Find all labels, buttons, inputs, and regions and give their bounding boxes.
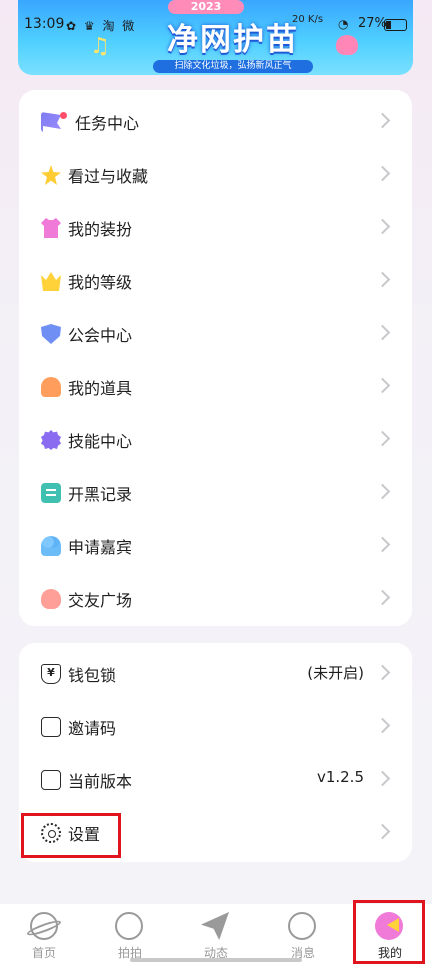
menu-item-label: 技能中心: [68, 432, 133, 451]
menu-item-version[interactable]: 当前版本 v1.2.5: [19, 754, 412, 807]
menu-item-label: 开黑记录: [68, 485, 133, 504]
shield-icon: [41, 324, 61, 344]
notification-dot: [60, 112, 67, 119]
nav-label: 首页: [31, 946, 56, 960]
menu-item-task-center[interactable]: 任务中心: [19, 96, 412, 149]
flag-icon: [41, 112, 61, 132]
star-icon: [41, 165, 61, 185]
version-value: v1.2.5: [316, 768, 364, 786]
music-note-icon: ♫: [90, 34, 110, 59]
people-icon: [41, 536, 61, 556]
chat-icon: [288, 912, 316, 940]
home-indicator[interactable]: [130, 958, 302, 962]
top-banner[interactable]: 2023 净网护苗 扫除文化垃圾，弘扬新风正气 ♫: [18, 0, 413, 75]
heart-decoration-icon: [336, 35, 358, 55]
chevron-right-icon: [374, 324, 391, 341]
chevron-right-icon: [374, 483, 391, 500]
menu-item-label: 当前版本: [68, 772, 133, 791]
wifi-icon: ◔: [338, 17, 349, 31]
planet-icon: [30, 912, 58, 940]
note-icon: [41, 483, 61, 503]
battery-icon: [384, 19, 407, 31]
nav-me-highlight-box: [353, 900, 425, 964]
menu-item-friend-square[interactable]: 交友广场: [19, 573, 412, 626]
chevron-right-icon: [374, 430, 391, 447]
chevron-right-icon: [374, 589, 391, 606]
menu-item-label: 交友广场: [68, 591, 133, 610]
menu-item-skills[interactable]: 技能中心: [19, 414, 412, 467]
shoot-icon: [115, 912, 143, 940]
menu-item-invite-code[interactable]: 邀请码: [19, 701, 412, 754]
menu-item-guild[interactable]: 公会中心: [19, 308, 412, 361]
menu-item-label: 任务中心: [75, 114, 140, 133]
nav-messages[interactable]: 消息: [263, 904, 343, 964]
paper-plane-icon: [201, 912, 229, 940]
chevron-right-icon: [374, 112, 391, 129]
menu-item-label: 申请嘉宾: [68, 538, 133, 557]
chevron-right-icon: [374, 377, 391, 394]
bell-icon: [41, 377, 61, 397]
chevron-right-icon: [374, 770, 391, 787]
chevron-right-icon: [374, 271, 391, 288]
menu-item-dressup[interactable]: 我的装扮: [19, 202, 412, 255]
nav-home[interactable]: 首页: [4, 904, 84, 964]
ticket-icon: [41, 717, 61, 737]
chevron-right-icon: [374, 536, 391, 553]
menu-item-wallet-lock[interactable]: ¥ 钱包锁 (未开启): [19, 648, 412, 701]
nav-shoot[interactable]: 拍拍: [90, 904, 170, 964]
menu-item-label: 钱包锁: [68, 666, 117, 685]
wallet-lock-icon: ¥: [41, 664, 61, 684]
crown-icon: [41, 272, 61, 291]
network-speed: 20 K/s: [292, 14, 324, 25]
settings-highlight-box: [21, 813, 121, 858]
badge-icon: [41, 430, 61, 450]
banner-year: 2023: [168, 0, 244, 14]
menu-item-team-record[interactable]: 开黑记录: [19, 467, 412, 520]
menu-item-props[interactable]: 我的道具: [19, 361, 412, 414]
menu-item-history[interactable]: 看过与收藏: [19, 149, 412, 202]
heart-icon: [41, 589, 61, 609]
menu-item-label: 我的道具: [68, 379, 133, 398]
chevron-right-icon: [374, 823, 391, 840]
menu-item-label: 我的装扮: [68, 220, 133, 239]
status-time: 13:09: [24, 16, 65, 32]
nav-feed[interactable]: 动态: [176, 904, 256, 964]
banner-subtitle: 扫除文化垃圾，弘扬新风正气: [153, 60, 313, 73]
chevron-right-icon: [374, 165, 391, 182]
chevron-right-icon: [374, 717, 391, 734]
status-left-icons: ✿ ♛ 淘 微: [66, 19, 137, 33]
menu-item-label: 看过与收藏: [68, 167, 149, 186]
menu-item-label: 公会中心: [68, 326, 133, 345]
chevron-right-icon: [374, 218, 391, 235]
chevron-right-icon: [374, 664, 391, 681]
menu-item-apply-guest[interactable]: 申请嘉宾: [19, 520, 412, 573]
document-icon: [41, 770, 61, 790]
menu-item-label: 我的等级: [68, 273, 133, 292]
wallet-lock-status: (未开启): [307, 664, 364, 682]
shirt-icon: [41, 218, 61, 238]
menu-item-level[interactable]: 我的等级: [19, 255, 412, 308]
menu-item-label: 邀请码: [68, 719, 117, 738]
battery-percent: 27%: [358, 16, 387, 31]
menu-card: 任务中心 看过与收藏 我的装扮 我的等级 公会中心 我的道具 技能中心 开黑记录: [19, 90, 412, 626]
